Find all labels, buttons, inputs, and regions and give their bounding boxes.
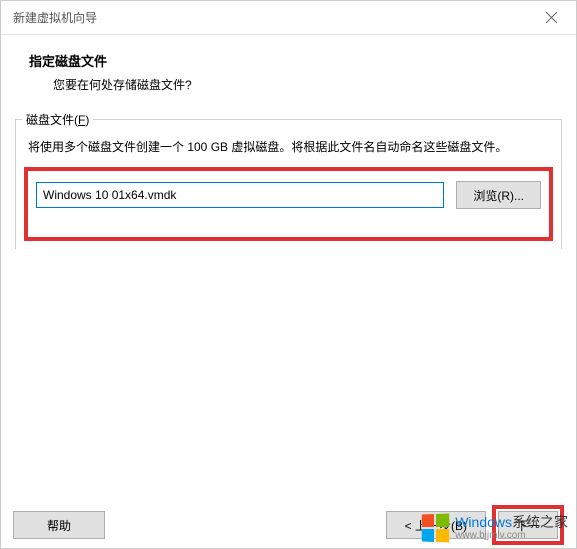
wizard-window: 新建虚拟机向导 指定磁盘文件 您要在何处存储磁盘文件? 磁盘文件(F) 将使用多… (0, 0, 577, 549)
browse-button[interactable]: 浏览(R)... (456, 181, 541, 209)
disk-file-input[interactable] (36, 182, 444, 208)
back-button[interactable]: < 上一步(B) (386, 511, 486, 539)
input-row-highlight: 浏览(R)... (24, 167, 553, 241)
next-button[interactable]: 下一 (498, 511, 558, 539)
page-title: 指定磁盘文件 (29, 51, 548, 70)
header-section: 指定磁盘文件 您要在何处存储磁盘文件? (1, 35, 576, 111)
window-title: 新建虚拟机向导 (13, 9, 97, 26)
next-button-highlight: 下一 (492, 505, 564, 545)
button-bar: 帮助 < 上一步(B) 下一 (1, 502, 576, 548)
fieldset-legend: 磁盘文件(F) (22, 111, 93, 128)
titlebar: 新建虚拟机向导 (1, 1, 576, 35)
help-button[interactable]: 帮助 (13, 511, 105, 539)
disk-file-fieldset: 磁盘文件(F) 将使用多个磁盘文件创建一个 100 GB 虚拟磁盘。将根据此文件… (15, 119, 562, 249)
disk-description: 将使用多个磁盘文件创建一个 100 GB 虚拟磁盘。将根据此文件名自动命名这些磁… (24, 132, 553, 167)
fieldset-wrap: 磁盘文件(F) 将使用多个磁盘文件创建一个 100 GB 虚拟磁盘。将根据此文件… (1, 111, 576, 249)
page-subtitle: 您要在何处存储磁盘文件? (53, 76, 548, 93)
close-button[interactable] (536, 4, 566, 32)
close-icon (546, 12, 557, 23)
